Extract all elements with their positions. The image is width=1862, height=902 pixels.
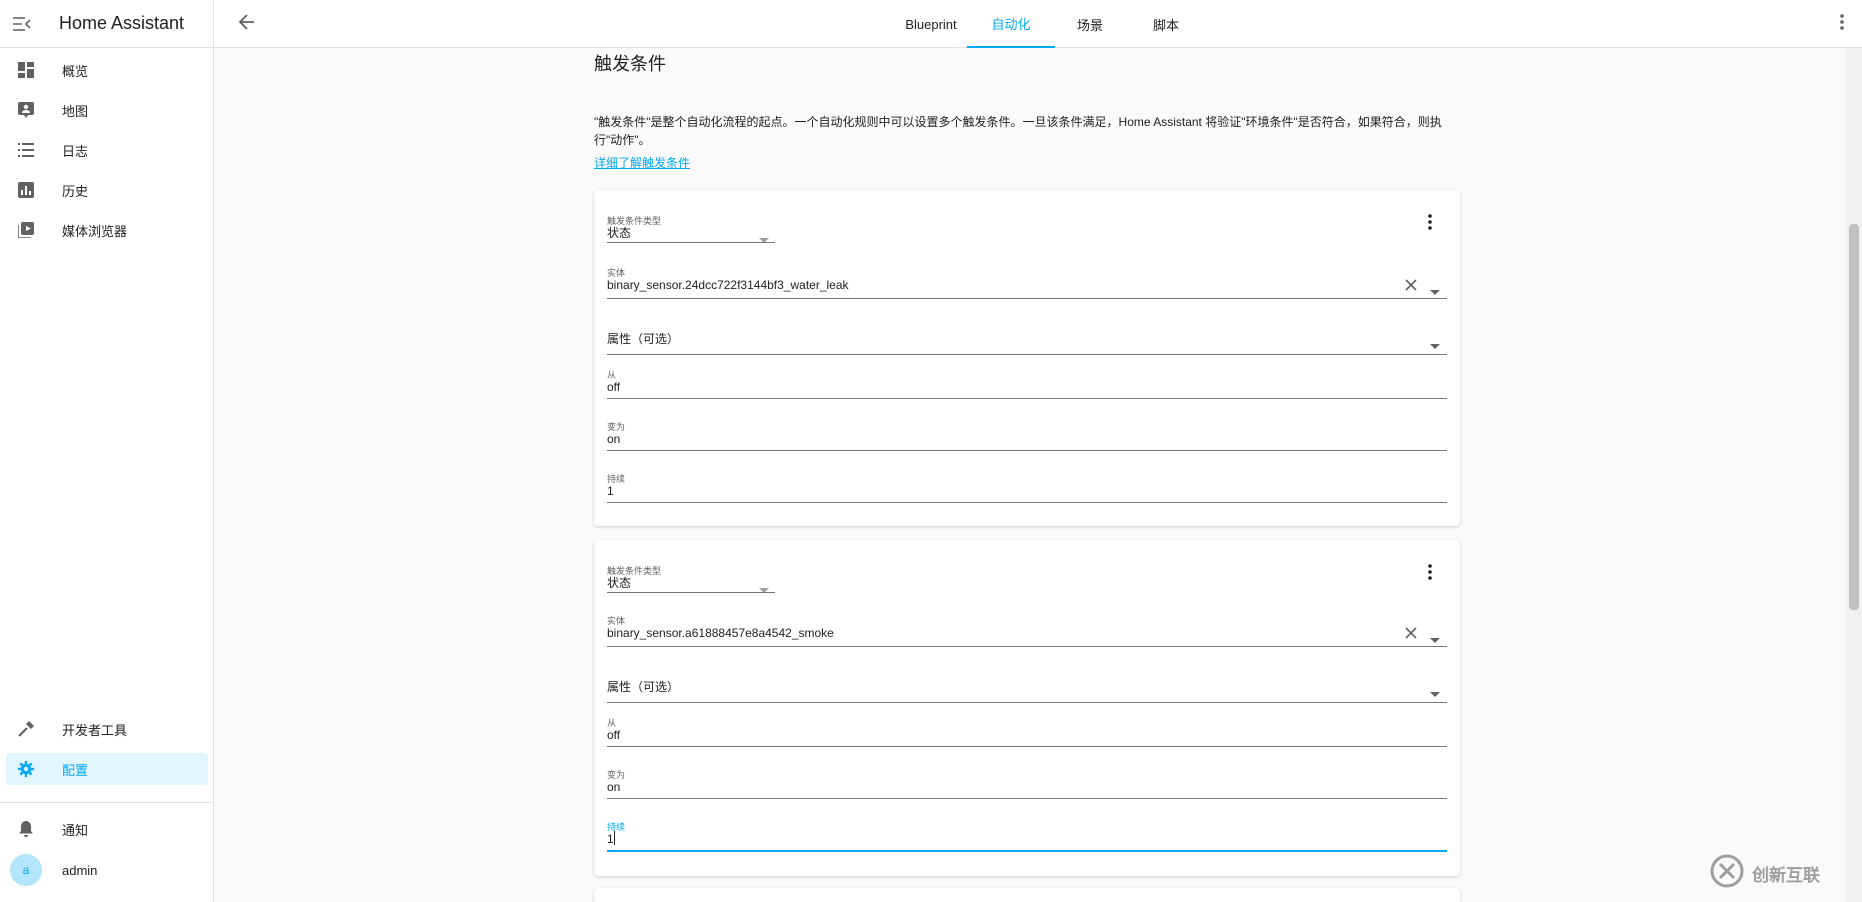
trigger-card: 触发条件类型 状态 实体 binary_sensor.24dcc722f3144…: [594, 190, 1460, 526]
sidebar-item-media-browser[interactable]: 媒体浏览器: [6, 214, 208, 246]
dropdown-arrow-icon[interactable]: [1430, 684, 1440, 702]
sidebar-item-configuration[interactable]: 配置: [6, 753, 208, 785]
clear-icon[interactable]: [1405, 626, 1417, 644]
user-avatar: a: [10, 854, 42, 886]
sidebar-item-history[interactable]: 历史: [6, 174, 208, 206]
card-menu-icon[interactable]: [1428, 214, 1432, 235]
entity-field[interactable]: 实体 binary_sensor.24dcc722f3144bf3_water_…: [607, 266, 1447, 299]
sidebar-item-label: 历史: [62, 183, 89, 199]
logbook-icon: [10, 143, 42, 157]
sidebar: Home Assistant 概览 地图 日志 历史 媒体浏览器 开发者工具 配…: [0, 0, 214, 902]
card-menu-icon[interactable]: [1428, 564, 1432, 585]
sidebar-item-label: 概览: [62, 63, 89, 79]
hammer-icon: [10, 721, 42, 737]
sidebar-divider: [0, 802, 214, 803]
avatar: a: [10, 854, 42, 886]
scrollbar-thumb[interactable]: [1849, 224, 1859, 610]
trigger-card: 触发条件类型 状态 实体 binary_sensor.a61888457e8a4…: [594, 540, 1460, 876]
more-vertical-icon[interactable]: [1840, 14, 1844, 35]
map-icon: [10, 102, 42, 118]
dropdown-arrow-icon: [759, 580, 769, 598]
watermark-logo-icon: [1710, 854, 1744, 893]
from-field[interactable]: 从 off: [607, 716, 1447, 747]
to-field[interactable]: 变为 on: [607, 420, 1447, 451]
learn-more-link[interactable]: 详细了解触发条件: [594, 154, 690, 171]
sidebar-item-map[interactable]: 地图: [6, 94, 208, 126]
field-value: binary_sensor.24dcc722f3144bf3_water_lea…: [607, 278, 849, 292]
sidebar-item-user[interactable]: a admin: [6, 854, 208, 886]
user-name: admin: [62, 862, 98, 878]
dropdown-arrow-icon: [759, 230, 769, 248]
trigger-type-select[interactable]: 触发条件类型 状态: [607, 214, 775, 243]
trigger-type-select[interactable]: 触发条件类型 状态: [607, 564, 775, 593]
entity-field[interactable]: 实体 binary_sensor.a61888457e8a4542_smoke: [607, 614, 1447, 647]
field-value: on: [607, 780, 621, 794]
section-description: "触发条件"是整个自动化流程的起点。一个自动化规则中可以设置多个触发条件。一旦该…: [594, 115, 1442, 147]
for-field[interactable]: 持续 1: [607, 472, 1447, 503]
field-value: binary_sensor.a61888457e8a4542_smoke: [607, 626, 834, 640]
sidebar-item-label: 通知: [62, 822, 89, 838]
trigger-card: [594, 888, 1460, 902]
watermark: 创新互联: [1710, 844, 1862, 902]
text-cursor: [614, 831, 615, 845]
field-value: 1: [607, 484, 614, 498]
watermark-text: 创新互联: [1752, 865, 1820, 885]
field-value: off: [607, 380, 621, 394]
bell-icon: [10, 820, 42, 838]
sidebar-item-label: 开发者工具: [62, 722, 128, 738]
field-value: off: [607, 728, 621, 742]
sidebar-item-logbook[interactable]: 日志: [6, 134, 208, 166]
clear-icon[interactable]: [1405, 278, 1417, 296]
back-arrow-icon[interactable]: [238, 13, 256, 36]
for-field-focused[interactable]: 持续 1: [607, 820, 1447, 852]
top-toolbar: Blueprint 自动化 场景 脚本: [214, 0, 1862, 48]
tab-scripts[interactable]: 脚本: [1131, 0, 1201, 48]
tab-scenes[interactable]: 场景: [1055, 0, 1125, 48]
sidebar-item-label: 日志: [62, 143, 89, 159]
field-value: 1: [607, 832, 614, 846]
sidebar-item-notifications[interactable]: 通知: [6, 813, 208, 845]
sidebar-item-label: 地图: [62, 103, 89, 119]
sidebar-item-developer-tools[interactable]: 开发者工具: [6, 713, 208, 745]
gear-icon: [10, 761, 42, 777]
from-field[interactable]: 从 off: [607, 368, 1447, 399]
history-chart-icon: [10, 182, 42, 198]
menu-toggle-icon[interactable]: [0, 16, 44, 31]
attribute-field[interactable]: 属性（可选）: [607, 330, 1447, 355]
app-title: Home Assistant: [59, 13, 185, 33]
to-field[interactable]: 变为 on: [607, 768, 1447, 799]
field-value: on: [607, 432, 621, 446]
attribute-field[interactable]: 属性（可选）: [607, 678, 1447, 703]
dropdown-arrow-icon[interactable]: [1430, 336, 1440, 354]
media-browser-icon: [10, 222, 42, 238]
field-value: 状态: [607, 226, 632, 240]
section-title: 触发条件: [594, 54, 666, 74]
field-value: 状态: [607, 576, 632, 590]
field-placeholder: 属性（可选）: [607, 680, 680, 694]
sidebar-item-overview[interactable]: 概览: [6, 54, 208, 86]
tab-automation[interactable]: 自动化: [967, 0, 1055, 48]
dashboard-icon: [10, 62, 42, 78]
field-placeholder: 属性（可选）: [607, 332, 680, 346]
sidebar-item-label: 媒体浏览器: [62, 223, 128, 239]
sidebar-header: Home Assistant: [0, 0, 213, 48]
sidebar-item-label: 配置: [62, 762, 89, 778]
